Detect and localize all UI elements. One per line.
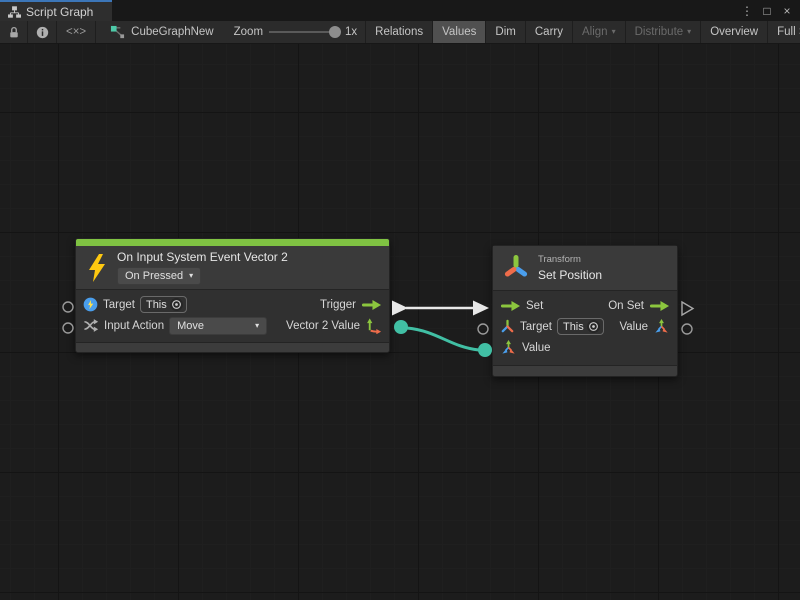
event-node-header: On Input System Event Vector 2 On Presse…	[76, 246, 389, 290]
port-value-input[interactable]	[478, 343, 492, 357]
zoom-slider-knob[interactable]	[329, 26, 341, 38]
flow-arrow-icon	[361, 299, 382, 311]
transform-value-row: Value	[493, 337, 677, 358]
transform-axes-icon	[500, 319, 515, 334]
script-graph-window: Script Graph ⋮ □ ×	[0, 0, 800, 600]
target-label: Target	[103, 299, 135, 311]
value-input-label: Value	[522, 342, 551, 354]
zoom-label: Zoom	[234, 26, 263, 38]
flow-arrow-icon	[649, 300, 670, 312]
zoom-slider[interactable]	[269, 31, 339, 33]
value-output-label: Value	[619, 321, 648, 333]
node-transform-set-position[interactable]: Transform Set Position Set On Set	[492, 245, 678, 377]
input-action-icon	[83, 318, 99, 333]
toolbar-button-overview[interactable]: Overview	[701, 21, 768, 43]
graph-node-icon	[110, 25, 125, 40]
target-this-chip[interactable]: This	[140, 296, 187, 313]
info-button[interactable]	[28, 21, 57, 43]
event-node-rows: Target This Trigger	[76, 290, 389, 336]
toolbar-button-distribute[interactable]: Distribute ▾	[626, 21, 702, 43]
tab-script-graph[interactable]: Script Graph	[0, 0, 112, 21]
toolbar: <×> CubeGraphNew Zoom 1x Relations Value…	[0, 21, 800, 44]
event-input-action-row: Input Action Move ▾ Vector 2 Value	[76, 315, 389, 336]
lightning-bolt-icon	[86, 254, 108, 282]
chevron-down-icon: ▾	[612, 28, 616, 36]
vector3-icon	[500, 339, 517, 356]
chevron-down-icon: ▾	[255, 322, 259, 330]
toolbar-button-carry[interactable]: Carry	[526, 21, 573, 43]
toolbar-button-fullscreen[interactable]: Full Screen	[768, 21, 800, 43]
window-controls: ⋮ □ ×	[738, 0, 800, 21]
vector3-icon	[653, 318, 670, 335]
object-picker-icon[interactable]	[170, 298, 183, 311]
title-bar: Script Graph ⋮ □ ×	[0, 0, 800, 21]
event-target-row: Target This Trigger	[76, 294, 389, 315]
chevron-down-icon: ▾	[189, 272, 193, 280]
object-picker-icon[interactable]	[587, 320, 600, 333]
input-system-icon	[83, 297, 98, 312]
info-icon	[36, 26, 49, 39]
transform-node-title: Set Position	[538, 268, 602, 282]
lock-button[interactable]	[0, 21, 28, 43]
vector2-icon	[365, 317, 382, 334]
tab-title: Script Graph	[26, 5, 93, 19]
transform-set-row: Set On Set	[493, 295, 677, 316]
transform-node-header: Transform Set Position	[493, 246, 677, 291]
event-node-title: On Input System Event Vector 2	[117, 250, 288, 264]
close-icon[interactable]: ×	[778, 2, 796, 20]
target-this-chip[interactable]: This	[557, 318, 604, 335]
maximize-icon[interactable]: □	[758, 2, 776, 20]
zoom-value: 1x	[345, 26, 357, 38]
transform-category-label: Transform	[538, 254, 602, 265]
flow-arrow-icon	[500, 300, 521, 312]
event-node-footer	[76, 342, 389, 352]
node-on-input-system-event-vector2[interactable]: On Input System Event Vector 2 On Presse…	[75, 238, 390, 353]
toolbar-button-dim[interactable]: Dim	[486, 21, 525, 43]
input-action-dropdown[interactable]: Move ▾	[169, 317, 267, 335]
graph-name[interactable]: CubeGraphNew	[131, 26, 213, 38]
code-icon: <×>	[66, 26, 86, 38]
port-vector2-output[interactable]	[394, 320, 408, 334]
set-input-label: Set	[526, 300, 543, 312]
chevron-down-icon: ▾	[687, 28, 691, 36]
kebab-menu-icon[interactable]: ⋮	[738, 2, 756, 20]
trigger-output-label: Trigger	[320, 299, 356, 311]
code-view-button[interactable]: <×>	[57, 21, 96, 43]
toolbar-button-values[interactable]: Values	[433, 21, 486, 43]
transform-target-row: Target This Value	[493, 316, 677, 337]
lock-icon	[8, 26, 20, 39]
event-accent-strip	[76, 239, 389, 246]
graph-hierarchy-icon	[8, 6, 21, 18]
transform-icon	[503, 253, 529, 283]
onset-output-label: On Set	[608, 300, 644, 312]
target-input-label: Target	[520, 321, 552, 333]
transform-node-rows: Set On Set Targe	[493, 291, 677, 358]
transform-node-footer	[493, 365, 677, 376]
trigger-mode-dropdown[interactable]: On Pressed ▾	[117, 267, 201, 285]
toolbar-button-align[interactable]: Align ▾	[573, 21, 626, 43]
vector2-output-label: Vector 2 Value	[286, 320, 360, 332]
graph-context-group: CubeGraphNew Zoom 1x	[96, 21, 366, 43]
input-action-label: Input Action	[104, 320, 164, 332]
toolbar-button-relations[interactable]: Relations	[366, 21, 433, 43]
